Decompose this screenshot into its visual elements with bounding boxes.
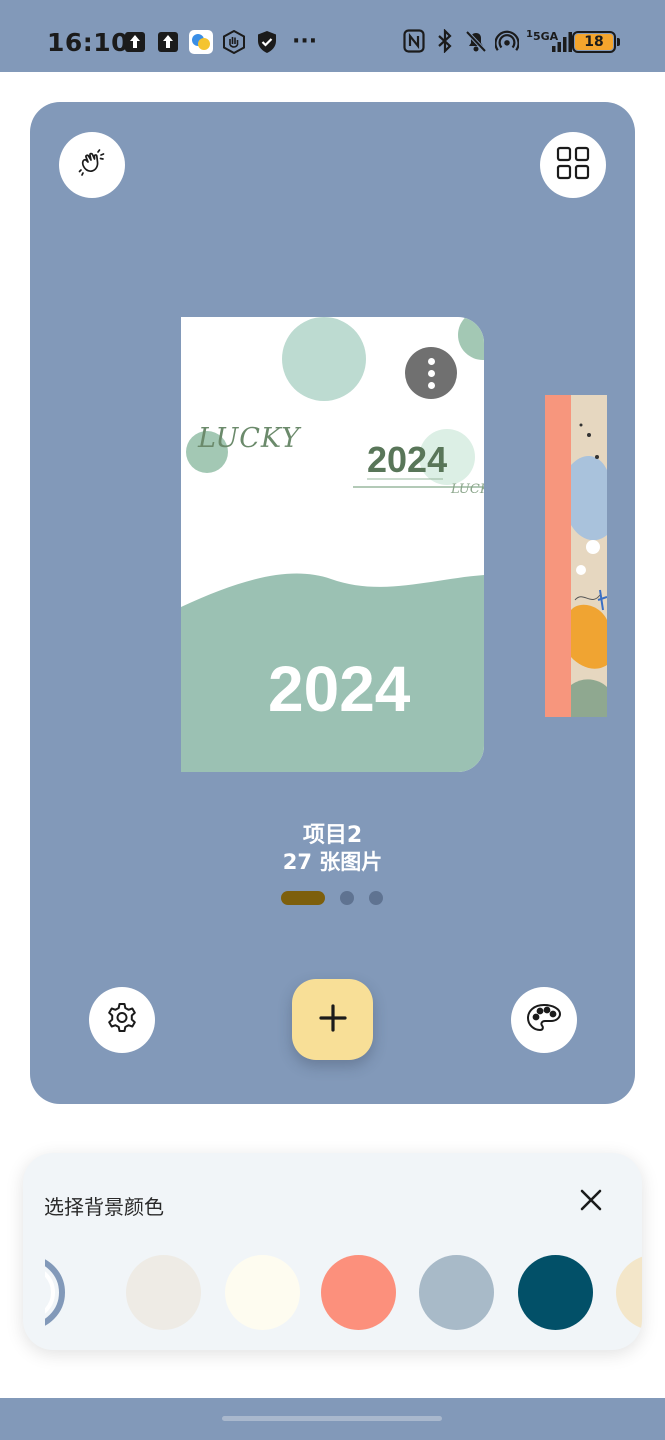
next-cover-artwork	[545, 395, 607, 717]
settings-button[interactable]	[89, 987, 155, 1053]
more-notifications: ···	[292, 29, 318, 54]
navigation-bar	[0, 1398, 665, 1440]
color-swatch[interactable]	[225, 1255, 300, 1330]
system-icons: 1 5GA	[402, 29, 576, 53]
page-dot[interactable]	[340, 891, 354, 905]
project-title: 项目2	[302, 823, 363, 848]
upload-icon	[123, 30, 147, 54]
grid-view-button[interactable]	[540, 132, 606, 198]
home-gesture-handle[interactable]	[222, 1416, 442, 1421]
bluetooth-icon	[433, 29, 457, 53]
gear-icon	[105, 1001, 139, 1039]
page-dot-active[interactable]	[281, 891, 325, 905]
upload-icon	[156, 30, 180, 54]
svg-text:1: 1	[526, 29, 533, 40]
hand-wave-button[interactable]	[59, 132, 125, 198]
cover-year-big: 2024	[268, 653, 411, 725]
app-icon	[189, 30, 213, 54]
color-swatch-row	[45, 1153, 642, 1350]
more-dot-icon	[427, 357, 435, 365]
battery-indicator: 18	[572, 31, 616, 53]
project-cover[interactable]: LUCKY 2024 LUCKY 2024	[181, 317, 484, 772]
color-swatch[interactable]	[419, 1255, 494, 1330]
grid-icon	[556, 146, 590, 184]
color-swatch[interactable]	[518, 1255, 593, 1330]
svg-text:5GA: 5GA	[533, 30, 559, 43]
hotspot-icon	[495, 29, 519, 53]
battery-tip	[617, 38, 620, 46]
hand-wave-icon	[77, 148, 107, 182]
hand-icon	[222, 30, 246, 54]
bell-off-icon	[464, 29, 488, 53]
color-swatch[interactable]	[321, 1255, 396, 1330]
nfc-icon	[402, 29, 426, 53]
cover-lucky-small: LUCKY	[451, 482, 484, 497]
color-swatch-selected[interactable]	[45, 1255, 65, 1330]
color-swatch[interactable]	[126, 1255, 201, 1330]
notification-icons: ···	[123, 30, 317, 54]
page-indicator	[281, 891, 383, 905]
project-photo-count: 27 张图片	[282, 850, 383, 874]
background-color-sheet: 选择背景颜色	[23, 1153, 642, 1350]
next-project-cover[interactable]	[545, 395, 607, 717]
cover-year-small: 2024	[367, 439, 448, 480]
palette-icon	[526, 1002, 562, 1038]
more-dot-icon	[427, 381, 435, 389]
more-dot-icon	[427, 369, 435, 377]
project-card: LUCKY 2024 LUCKY 2024 项目2 27 张图片	[30, 102, 635, 1104]
color-swatch-partial[interactable]	[616, 1255, 642, 1330]
battery-level: 18	[575, 34, 613, 50]
status-bar: 16:10 ··· 1 5GA 18	[0, 0, 665, 72]
more-options-button[interactable]	[405, 347, 457, 399]
plus-icon	[318, 1003, 348, 1037]
signal-icon: 1 5GA	[526, 29, 576, 53]
status-time: 16:10	[47, 28, 130, 57]
shield-icon	[255, 30, 279, 54]
cover-lucky-text: LUCKY	[198, 423, 301, 454]
theme-color-button[interactable]	[511, 987, 577, 1053]
page-dot[interactable]	[369, 891, 383, 905]
add-project-button[interactable]	[292, 979, 373, 1060]
